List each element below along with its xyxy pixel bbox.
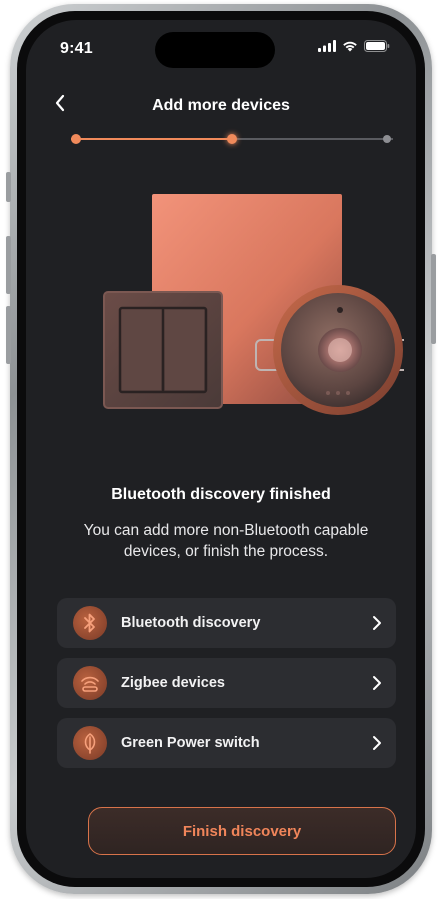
- discovery-options-list: Bluetooth discovery Zigbee devices Green…: [57, 598, 396, 778]
- phone-frame: 9:41 Add more devices Bluetooth discover…: [6, 4, 436, 894]
- option-label: Green Power switch: [121, 735, 260, 751]
- power-button: [431, 254, 436, 344]
- app-screen: 9:41 Add more devices Bluetooth discover…: [26, 20, 416, 878]
- zigbee-icon: [73, 666, 107, 700]
- status-icons: [318, 40, 390, 52]
- status-time: 9:41: [60, 40, 93, 57]
- option-bluetooth-discovery[interactable]: Bluetooth discovery: [57, 598, 396, 648]
- leaf-icon: [73, 726, 107, 760]
- finish-discovery-button[interactable]: Finish discovery: [88, 807, 396, 855]
- devices-illustration: [103, 194, 404, 415]
- wifi-icon: [343, 41, 357, 52]
- phone-bezel: 9:41 Add more devices Bluetooth discover…: [17, 11, 425, 887]
- step-dot-3: [383, 135, 391, 143]
- chevron-right-icon: [373, 736, 381, 750]
- cellular-signal-icon: [318, 40, 336, 52]
- chevron-right-icon: [373, 676, 381, 690]
- progress-fill: [71, 138, 232, 140]
- discovery-headline: Bluetooth discovery finished: [111, 486, 331, 503]
- option-zigbee-devices[interactable]: Zigbee devices: [57, 658, 396, 708]
- mute-switch: [6, 172, 11, 202]
- option-green-power-switch[interactable]: Green Power switch: [57, 718, 396, 768]
- volume-down-button: [6, 306, 11, 364]
- step-dot-2: [227, 134, 237, 144]
- bluetooth-icon: [73, 606, 107, 640]
- volume-up-button: [6, 236, 11, 294]
- battery-icon: [364, 40, 390, 52]
- chevron-right-icon: [373, 616, 381, 630]
- dynamic-island: [155, 32, 275, 68]
- discovery-description: You can add more non-Bluetooth capable d…: [83, 522, 369, 560]
- progress-stepper: [71, 133, 393, 145]
- step-dot-1: [71, 134, 81, 144]
- option-label: Bluetooth discovery: [121, 615, 261, 631]
- option-label: Zigbee devices: [121, 675, 225, 691]
- page-title: Add more devices: [152, 97, 290, 114]
